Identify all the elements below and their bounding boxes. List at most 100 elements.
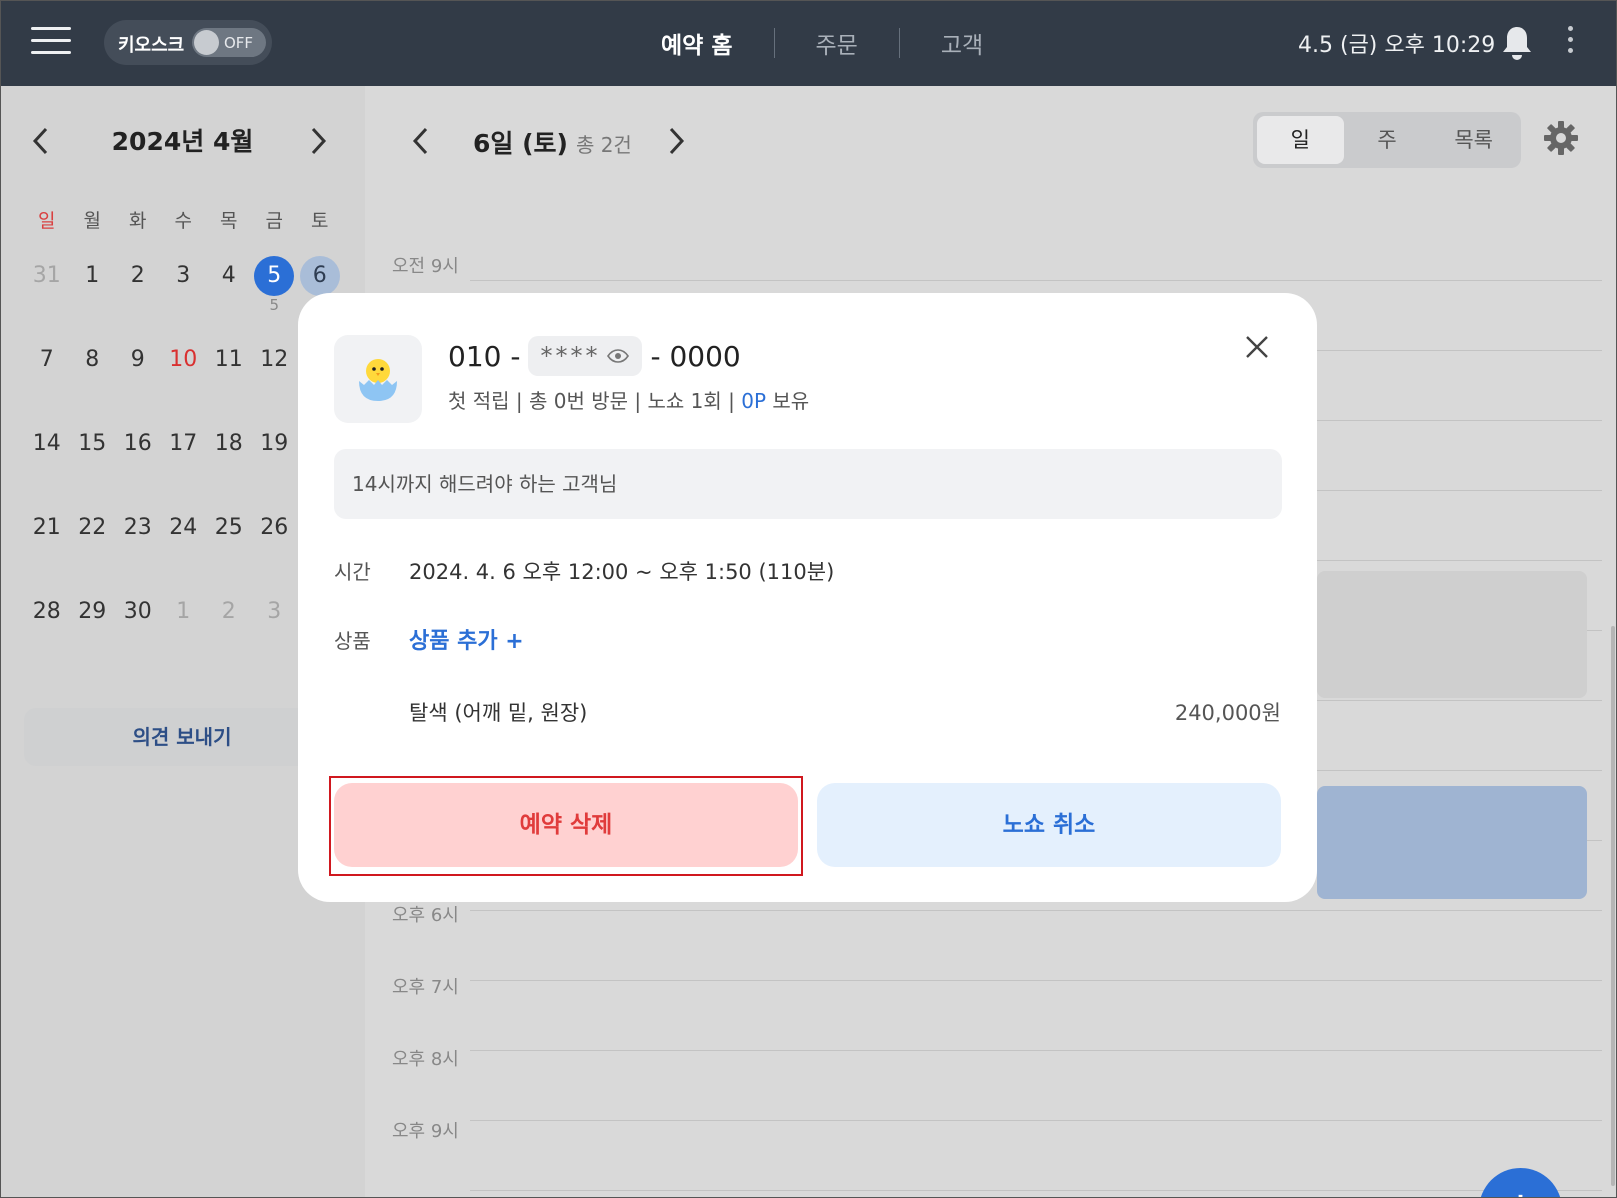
calendar-day[interactable]: 30 [115, 592, 161, 676]
calendar-day[interactable]: 1 [70, 256, 116, 340]
time-value: 2024. 4. 6 오후 12:00 ~ 오후 1:50 (110분) [409, 560, 835, 584]
tab-reservation-home[interactable]: 예약 홈 [620, 26, 774, 60]
points-suffix: 보유 [766, 389, 810, 413]
add-product-button[interactable]: 상품 추가 + [409, 623, 524, 655]
view-week-button[interactable]: 주 [1344, 116, 1431, 164]
phone-masked-toggle[interactable]: **** [528, 336, 643, 376]
next-day-button[interactable] [665, 126, 687, 164]
next-month-button[interactable] [307, 126, 329, 164]
calendar-day-number: 7 [39, 347, 54, 372]
prev-day-button[interactable] [410, 126, 432, 164]
calendar-day-reservation-count: 5 [269, 296, 280, 314]
calendar-day[interactable]: 12 [252, 340, 298, 424]
calendar-day[interactable]: 29 [70, 592, 116, 676]
calendar-day[interactable]: 23 [115, 508, 161, 592]
scrollbar[interactable] [1611, 626, 1615, 1186]
calendar-day-number: 4 [221, 263, 236, 288]
calendar-day-number: 6 [299, 256, 340, 296]
calendar-day[interactable]: 28 [24, 592, 70, 676]
kiosk-switch[interactable]: OFF [192, 28, 266, 57]
send-feedback-button[interactable]: 의견 보내기 [24, 708, 340, 766]
weekday-label: 목 [220, 210, 238, 232]
calendar-week-row: 21 22 23 24 25 26 [24, 508, 344, 592]
calendar-day[interactable]: 18 [206, 424, 252, 508]
calendar-day[interactable]: 1 [161, 592, 207, 676]
calendar-day[interactable]: 22 [70, 508, 116, 592]
hour-line [470, 280, 1602, 281]
customer-points: 0P [741, 389, 767, 413]
hour-line [470, 1120, 1602, 1121]
calendar-day-number: 25 [214, 515, 243, 540]
reservation-block[interactable] [1317, 571, 1587, 698]
calendar-day[interactable]: 10 [161, 340, 207, 424]
calendar-day[interactable]: 3 [161, 256, 207, 340]
kiosk-label: 키오스크 [118, 35, 185, 56]
calendar-day-number: 3 [267, 599, 282, 624]
weekday-label: 수 [174, 210, 192, 232]
time-label: 시간 [334, 560, 371, 584]
calendar-day-number: 2 [221, 599, 236, 624]
calendar-day[interactable]: 55 [252, 256, 298, 340]
reservation-detail-modal: 010 - **** - 0000 첫 적립 | 총 0번 방문 | 노쇼 1회… [298, 293, 1317, 902]
calendar-week-row: 28 29 30 1 2 3 [24, 592, 344, 676]
calendar-day[interactable]: 15 [70, 424, 116, 508]
reservation-block-selected[interactable] [1317, 786, 1587, 899]
bell-icon[interactable] [1500, 24, 1534, 62]
tab-orders[interactable]: 주문 [775, 26, 899, 60]
calendar-day-number: 22 [78, 515, 107, 540]
prev-month-button[interactable] [30, 126, 52, 164]
gear-icon[interactable] [1543, 120, 1579, 156]
calendar-day[interactable]: 7 [24, 340, 70, 424]
calendar-day[interactable]: 31 [24, 256, 70, 340]
calendar-day-number: 12 [260, 347, 289, 372]
calendar-day-number: 10 [169, 347, 198, 372]
hamburger-menu-icon[interactable] [31, 27, 71, 57]
calendar-day[interactable]: 16 [115, 424, 161, 508]
calendar-day-number: 26 [260, 515, 289, 540]
calendar-day-number: 8 [85, 347, 100, 372]
view-list-button[interactable]: 목록 [1430, 116, 1517, 164]
cancel-noshow-button[interactable]: 노쇼 취소 [817, 783, 1281, 867]
day-total-count: 총 2건 [575, 133, 632, 157]
calendar-day[interactable]: 26 [252, 508, 298, 592]
more-vertical-icon[interactable] [1565, 26, 1575, 60]
calendar-day[interactable]: 9 [115, 340, 161, 424]
calendar-day-number: 2 [130, 263, 145, 288]
calendar-day[interactable]: 2 [115, 256, 161, 340]
service-name: 탈색 (어깨 밑, 원장) [409, 701, 588, 725]
calendar-day[interactable]: 21 [24, 508, 70, 592]
hour-label: 오후 7시 [392, 977, 459, 998]
add-reservation-button[interactable]: + [1479, 1168, 1562, 1198]
hour-line [470, 1050, 1602, 1051]
calendar-day[interactable]: 4 [206, 256, 252, 340]
calendar-month-title: 2024년 4월 [111, 127, 254, 156]
hour-label: 오후 8시 [392, 1049, 459, 1070]
calendar-week-row: 7 8 9 10 11 12 [24, 340, 344, 424]
calendar-grid: 31 1 2 3 4 5 5 6 7 8 9 10 11 12 14 15 16 17 18 19 21 22 23 24 25… [24, 256, 344, 676]
calendar-day[interactable]: 17 [161, 424, 207, 508]
calendar-day-number: 31 [32, 263, 61, 288]
customer-memo[interactable]: 14시까지 해드려야 하는 고객님 [334, 449, 1282, 519]
calendar-day[interactable]: 14 [24, 424, 70, 508]
main-nav: 예약 홈 주문 고객 [620, 24, 1024, 62]
tab-customers[interactable]: 고객 [900, 26, 1024, 60]
calendar-day[interactable]: 24 [161, 508, 207, 592]
calendar-day[interactable]: 8 [70, 340, 116, 424]
view-day-button[interactable]: 일 [1257, 116, 1344, 164]
kiosk-toggle-group[interactable]: 키오스크 OFF [104, 20, 272, 65]
calendar-day-number: 30 [123, 599, 152, 624]
kiosk-switch-knob [194, 30, 219, 55]
calendar-day[interactable]: 2 [206, 592, 252, 676]
close-icon[interactable] [1243, 333, 1271, 361]
calendar-day-number: 5 [254, 256, 295, 296]
customer-summary: 첫 적립 | 총 0번 방문 | 노쇼 1회 | 0P 보유 [448, 385, 809, 414]
calendar-day-number: 18 [214, 431, 243, 456]
chick-egg-icon [359, 359, 397, 401]
calendar-day[interactable]: 11 [206, 340, 252, 424]
calendar-day[interactable]: 25 [206, 508, 252, 592]
customer-avatar [334, 335, 422, 423]
view-mode-toggle: 일 주 목록 [1253, 112, 1521, 168]
calendar-day[interactable]: 3 [252, 592, 298, 676]
hour-label: 오전 9시 [392, 256, 459, 277]
calendar-day[interactable]: 19 [252, 424, 298, 508]
